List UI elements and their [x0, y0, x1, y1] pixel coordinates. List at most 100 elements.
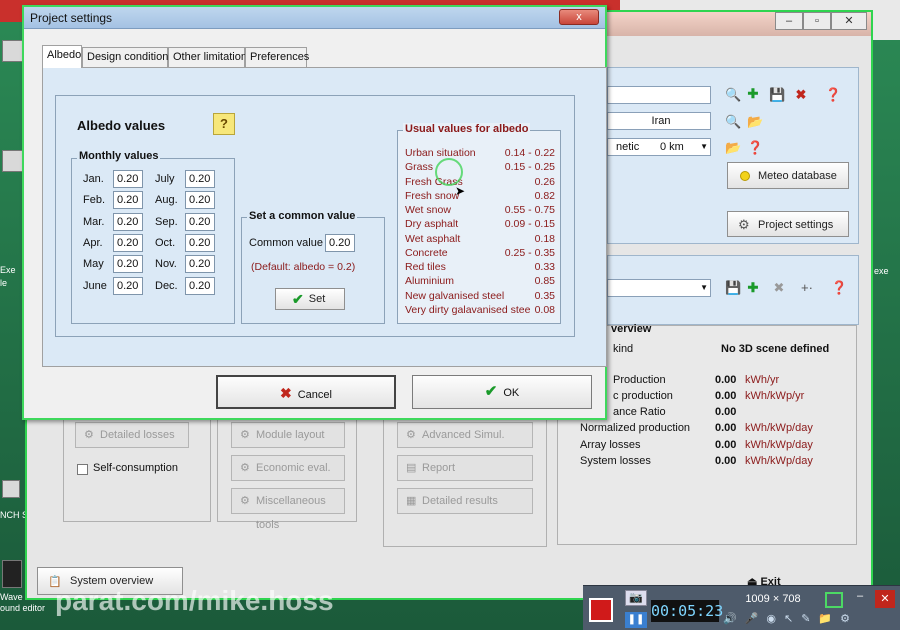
albedo-surface-value: 0.08: [534, 304, 555, 316]
albedo-surface-name: Dry asphalt: [405, 218, 459, 230]
add-variant-icon[interactable]: ✚: [745, 280, 761, 296]
result-value: 0.00: [715, 422, 737, 434]
desktop-label: ound editor: [0, 603, 46, 613]
set-button-label: Set: [308, 293, 326, 305]
report-label: Report: [422, 462, 456, 474]
tab-preferences[interactable]: Preferences: [245, 47, 309, 68]
albedo-surface-name: Urban situation: [405, 147, 476, 159]
month-value-input[interactable]: 0.20: [185, 255, 215, 273]
result-value: 0.00: [715, 390, 737, 402]
result-value: 0.00: [715, 406, 737, 418]
month-value-input[interactable]: 0.20: [113, 234, 143, 252]
month-value-input[interactable]: 0.20: [185, 191, 215, 209]
meteo-database-button[interactable]: Meteo database: [727, 162, 849, 189]
albedo-surface-value: 0.09 - 0.15: [504, 218, 555, 230]
help-meteo-icon[interactable]: ❓: [747, 140, 763, 156]
report-button[interactable]: ▤ Report: [397, 455, 533, 481]
save-variant-icon[interactable]: 💾: [725, 280, 741, 296]
detailed-results-label: Detailed results: [422, 495, 498, 507]
month-label: Mar.: [83, 216, 105, 228]
month-value-input[interactable]: 0.20: [113, 213, 143, 231]
module-layout-button[interactable]: ⚙ Module layout: [231, 422, 345, 448]
help-icon[interactable]: ❓: [825, 87, 841, 103]
recorder-tool-icons[interactable]: 🔊🎤◉↖✎📁⚙: [723, 612, 898, 630]
meteo-field[interactable]: netic 0 km ▼: [607, 138, 711, 156]
month-value-input[interactable]: 0.20: [113, 170, 143, 188]
month-label: Oct.: [155, 237, 176, 249]
close-recorder-icon[interactable]: ✕: [875, 590, 895, 608]
pause-icon[interactable]: ❚❚: [625, 612, 647, 628]
month-value-input[interactable]: 0.20: [185, 277, 215, 295]
cancel-button[interactable]: ✖ Cancel: [216, 375, 396, 409]
open-folder-icon[interactable]: 📂: [747, 114, 763, 130]
add-menu-icon[interactable]: +·: [795, 280, 819, 296]
month-value-input[interactable]: 0.20: [113, 191, 143, 209]
region-icon[interactable]: [825, 592, 843, 608]
recording-timer: 00:05:23: [651, 600, 724, 622]
chevron-down-icon[interactable]: ▼: [700, 280, 708, 296]
detailed-losses-button[interactable]: ⚙ Detailed losses: [75, 422, 189, 448]
albedo-surface-value: 0.15 - 0.25: [504, 161, 555, 173]
misc-tools-button[interactable]: ⚙ Miscellaneous tools: [231, 488, 345, 531]
variant-field[interactable]: ▼: [607, 279, 711, 297]
albedo-list-item: Wet snow 0.55 - 0.75: [405, 203, 555, 217]
desktop-icon[interactable]: [2, 40, 24, 62]
close-button[interactable]: ✕: [831, 12, 867, 30]
open-folder-meteo-icon[interactable]: 📂: [725, 140, 741, 156]
minimize-recorder-icon[interactable]: –: [851, 590, 869, 608]
self-consumption-checkbox[interactable]: [77, 464, 88, 475]
result-unit: kWh/kWp/yr: [745, 390, 805, 402]
month-value-input[interactable]: 0.20: [185, 213, 215, 231]
delete-variant-icon[interactable]: ✖: [771, 280, 787, 296]
month-value-input[interactable]: 0.20: [185, 170, 215, 188]
result-unit: kWh/kWp/day: [745, 439, 813, 451]
albedo-list-item: Dry asphalt 0.09 - 0.15: [405, 217, 555, 231]
common-value-input[interactable]: 0.20: [325, 234, 355, 252]
desktop-icon[interactable]: [2, 150, 24, 172]
tab-design-conditions[interactable]: Design conditions: [82, 47, 174, 68]
wavepad-icon[interactable]: [2, 560, 22, 588]
month-label: Aug.: [155, 194, 178, 206]
scene-kind-value: No 3D scene defined: [721, 343, 830, 355]
minimize-button[interactable]: –: [775, 12, 803, 30]
help-variant-icon[interactable]: ❓: [831, 280, 847, 296]
project-name-field[interactable]: [607, 86, 711, 104]
chevron-down-icon[interactable]: ▼: [700, 139, 708, 155]
economic-eval-button[interactable]: ⚙ Economic eval.: [231, 455, 345, 481]
ok-button[interactable]: ✔ OK: [412, 375, 592, 409]
maximize-button[interactable]: ▫: [803, 12, 831, 30]
dialog-title: Project settings: [24, 7, 605, 29]
nch-icon[interactable]: [2, 480, 20, 498]
site-field[interactable]: Iran: [607, 112, 711, 130]
add-icon[interactable]: ✚: [745, 86, 761, 102]
result-unit: kWh/kWp/day: [745, 455, 813, 467]
usual-values-list: Urban situation 0.14 - 0.22 Grass 0.15 - 0…: [397, 143, 561, 323]
detailed-results-button[interactable]: ▦ Detailed results: [397, 488, 533, 514]
tab-albedo[interactable]: Albedo: [42, 45, 82, 68]
albedo-surface-value: 0.14 - 0.22: [504, 147, 555, 159]
month-label: June: [83, 280, 107, 292]
record-stop-button[interactable]: [589, 598, 613, 622]
month-value-input[interactable]: 0.20: [113, 277, 143, 295]
advanced-simul-button[interactable]: ⚙ Advanced Simul.: [397, 422, 533, 448]
camera-icon[interactable]: 📷: [625, 590, 647, 606]
set-button[interactable]: ✔ Set: [275, 288, 345, 310]
desktop-label: Exe: [0, 265, 16, 275]
capture-resolution: 1009 × 708: [745, 593, 801, 605]
project-settings-button[interactable]: ⚙ Project settings: [727, 211, 849, 237]
month-value-input[interactable]: 0.20: [185, 234, 215, 252]
delete-icon[interactable]: ✖: [793, 87, 809, 103]
default-albedo-note: (Default: albedo = 0.2): [251, 261, 356, 273]
dialog-close-button[interactable]: x: [559, 9, 599, 25]
albedo-help-button[interactable]: ?: [213, 113, 235, 135]
search-site-icon[interactable]: 🔍: [725, 114, 741, 130]
result-unit: kWh/kWp/day: [745, 422, 813, 434]
month-value-input[interactable]: 0.20: [113, 255, 143, 273]
tab-other-limitations[interactable]: Other limitations: [168, 47, 252, 68]
ok-check-icon: ✔: [484, 383, 498, 400]
cancel-x-icon: ✖: [280, 385, 292, 401]
desktop-label: NCH S: [0, 510, 29, 520]
search-icon[interactable]: 🔍: [725, 87, 741, 103]
save-icon[interactable]: 💾: [769, 87, 785, 103]
ok-label: OK: [503, 387, 520, 399]
